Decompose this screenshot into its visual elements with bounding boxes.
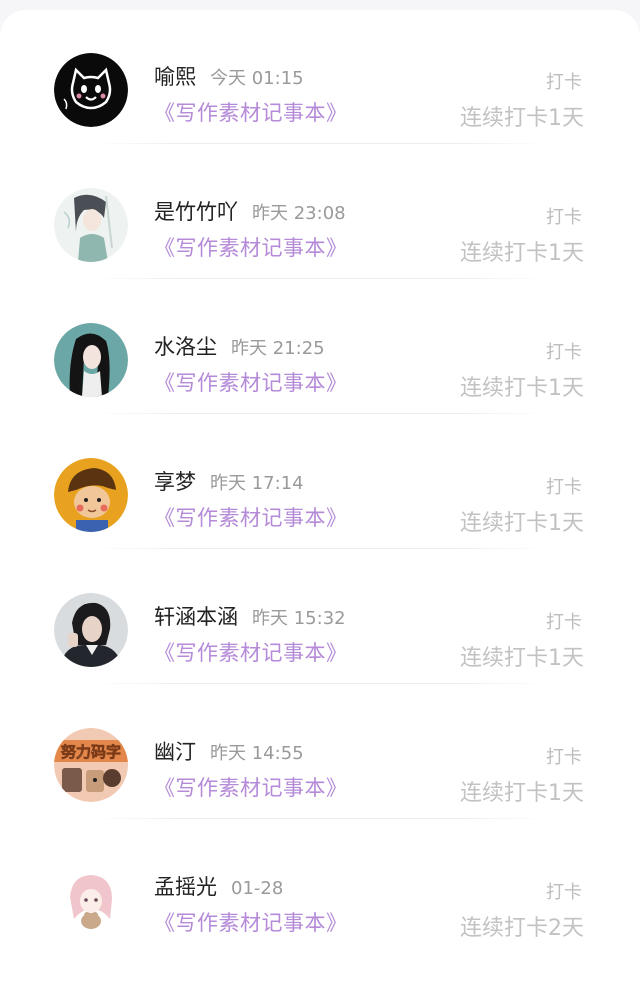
streak-text: 连续打卡1天 — [460, 241, 584, 266]
user-name[interactable]: 喻熙 — [154, 65, 196, 89]
illustrated-girl-avatar-icon — [54, 188, 128, 262]
black-cat-avatar-icon — [54, 53, 128, 127]
avatar[interactable] — [54, 458, 128, 532]
user-name[interactable]: 幽汀 — [154, 740, 196, 764]
cartoon-boy-avatar-icon — [54, 458, 128, 532]
streak-text: 连续打卡2天 — [460, 916, 584, 941]
cartoon-sticker-avatar-icon: 努力码字 — [54, 728, 128, 802]
divider — [95, 413, 545, 414]
group-link[interactable]: 《写作素材记事本》 — [154, 97, 348, 127]
checkin-time: 昨天 23:08 — [252, 203, 346, 224]
checkin-row[interactable]: 轩涵本涵 昨天 15:32 《写作素材记事本》 打卡 连续打卡1天 — [0, 550, 640, 685]
name-line: 水洛尘 昨天 21:25 — [154, 332, 325, 362]
divider — [95, 278, 545, 279]
divider — [95, 548, 545, 549]
group-link[interactable]: 《写作素材记事本》 — [154, 232, 348, 262]
avatar[interactable] — [54, 53, 128, 127]
checkin-row[interactable]: 水洛尘 昨天 21:25 《写作素材记事本》 打卡 连续打卡1天 — [0, 280, 640, 415]
photo-girl-avatar-icon — [54, 593, 128, 667]
divider — [95, 683, 545, 684]
streak-text: 连续打卡1天 — [460, 511, 584, 536]
checkin-time: 昨天 14:55 — [210, 743, 304, 764]
avatar[interactable] — [54, 863, 128, 937]
streak-text: 连续打卡1天 — [460, 646, 584, 671]
checkin-row[interactable]: 喻熙 今天 01:15 《写作素材记事本》 打卡 连续打卡1天 — [0, 10, 640, 145]
name-line: 幽汀 昨天 14:55 — [154, 737, 304, 767]
checkin-type: 打卡 — [546, 342, 582, 363]
group-link[interactable]: 《写作素材记事本》 — [154, 367, 348, 397]
checkin-type: 打卡 — [546, 207, 582, 228]
divider — [95, 143, 545, 144]
group-link[interactable]: 《写作素材记事本》 — [154, 772, 348, 802]
checkin-time: 昨天 21:25 — [231, 338, 325, 359]
divider — [95, 818, 545, 819]
checkin-card: 喻熙 今天 01:15 《写作素材记事本》 打卡 连续打卡1天 是竹竹吖 昨天 2 — [0, 10, 640, 990]
name-line: 享梦 昨天 17:14 — [154, 467, 304, 497]
avatar[interactable] — [54, 188, 128, 262]
avatar[interactable] — [54, 593, 128, 667]
checkin-time: 昨天 17:14 — [210, 473, 304, 494]
dark-hair-girl-avatar-icon — [54, 323, 128, 397]
avatar[interactable] — [54, 323, 128, 397]
group-link[interactable]: 《写作素材记事本》 — [154, 502, 348, 532]
avatar[interactable]: 努力码字 — [54, 728, 128, 802]
checkin-type: 打卡 — [546, 72, 582, 93]
checkin-time: 今天 01:15 — [210, 68, 304, 89]
user-name[interactable]: 孟摇光 — [154, 875, 217, 899]
checkin-row[interactable]: 享梦 昨天 17:14 《写作素材记事本》 打卡 连续打卡1天 — [0, 415, 640, 550]
user-name[interactable]: 是竹竹吖 — [154, 200, 238, 224]
user-name[interactable]: 轩涵本涵 — [154, 605, 238, 629]
streak-text: 连续打卡1天 — [460, 781, 584, 806]
name-line: 喻熙 今天 01:15 — [154, 62, 304, 92]
checkin-row[interactable]: 孟摇光 01-28 《写作素材记事本》 打卡 连续打卡2天 — [0, 820, 640, 955]
checkin-type: 打卡 — [546, 612, 582, 633]
user-name[interactable]: 水洛尘 — [154, 335, 217, 359]
name-line: 轩涵本涵 昨天 15:32 — [154, 602, 346, 632]
checkin-time: 01-28 — [231, 878, 284, 899]
pink-hair-girl-avatar-icon — [54, 863, 128, 937]
checkin-type: 打卡 — [546, 882, 582, 903]
checkin-type: 打卡 — [546, 747, 582, 768]
streak-text: 连续打卡1天 — [460, 376, 584, 401]
name-line: 孟摇光 01-28 — [154, 872, 283, 902]
checkin-type: 打卡 — [546, 477, 582, 498]
streak-text: 连续打卡1天 — [460, 106, 584, 131]
user-name[interactable]: 享梦 — [154, 470, 196, 494]
group-link[interactable]: 《写作素材记事本》 — [154, 907, 348, 937]
checkin-row[interactable]: 努力码字 幽汀 昨天 14:55 《写作素材记事本》 打卡 连续打卡1天 — [0, 685, 640, 820]
checkin-time: 昨天 15:32 — [252, 608, 346, 629]
name-line: 是竹竹吖 昨天 23:08 — [154, 197, 346, 227]
checkin-row[interactable]: 是竹竹吖 昨天 23:08 《写作素材记事本》 打卡 连续打卡1天 — [0, 145, 640, 280]
group-link[interactable]: 《写作素材记事本》 — [154, 637, 348, 667]
sticker-text: 努力码字 — [61, 743, 121, 761]
